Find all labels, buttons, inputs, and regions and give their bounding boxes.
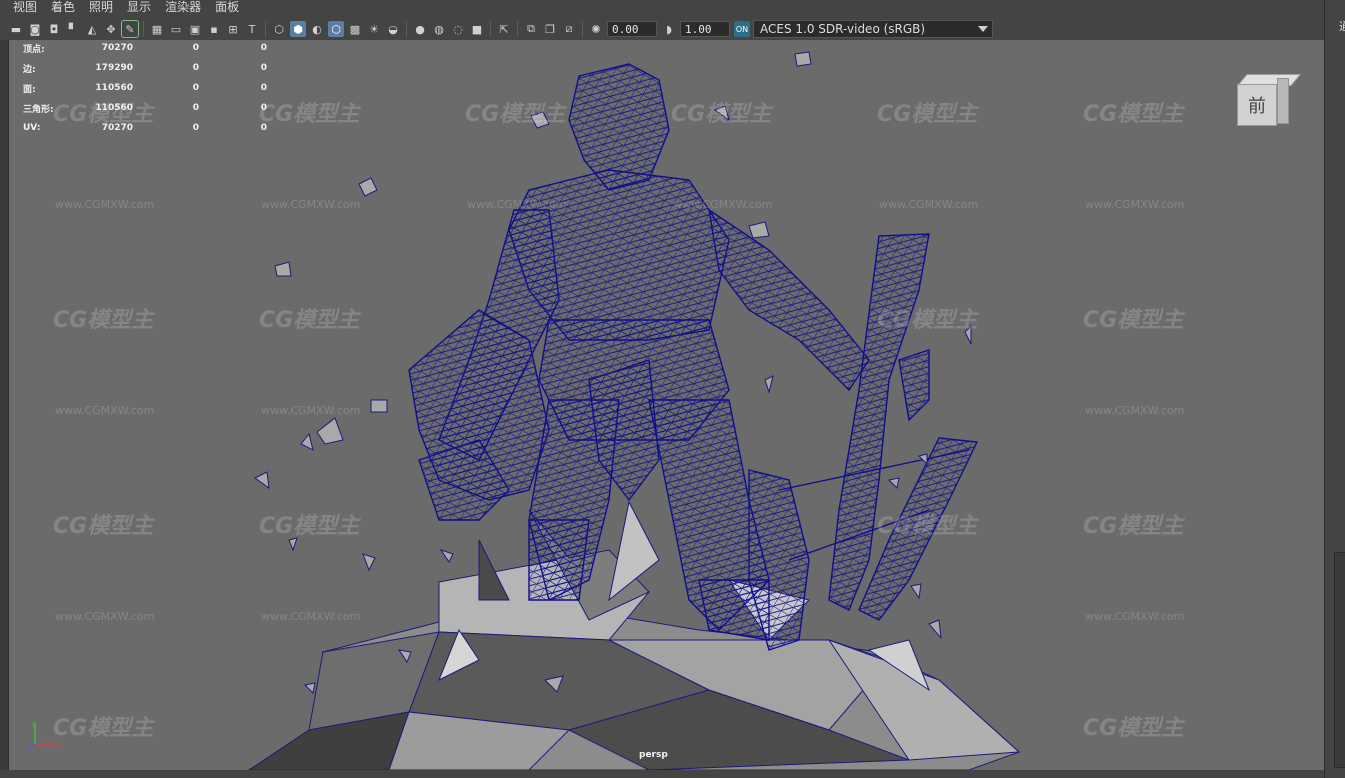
watermark-url: www.CGMXW.com (55, 610, 155, 623)
watermark-url: www.CGMXW.com (1085, 404, 1185, 417)
hud-row-uvs: UV: 70270 0 0 (23, 123, 267, 133)
watermark-url: www.CGMXW.com (1085, 610, 1185, 623)
toolbar-separator (517, 21, 518, 37)
wireframe-icon[interactable]: ⬡ (271, 21, 287, 37)
menu-renderer[interactable]: 渲染器 (158, 0, 208, 17)
watermark-url: www.CGMXW.com (261, 198, 361, 211)
watermark-logo: CG模型主 (877, 308, 978, 333)
watermark-logo: CG模型主 (53, 716, 154, 741)
camera-name-label: persp (639, 750, 668, 760)
watermark-url: www.CGMXW.com (55, 198, 155, 211)
xray-joints-icon[interactable]: ⧉ (523, 21, 539, 37)
menu-view[interactable]: 视图 (6, 0, 44, 17)
smooth-shade-icon[interactable]: ⬢ (290, 21, 306, 37)
watermark-logo: CG模型主 (1083, 716, 1184, 741)
antialias-icon[interactable]: ◌ (450, 21, 466, 37)
safe-title-icon[interactable]: T (244, 21, 260, 37)
toolbar-separator (143, 21, 144, 37)
xray-active-icon[interactable]: ❐ (542, 21, 558, 37)
color-space-dropdown[interactable]: ACES 1.0 SDR-video (sRGB) (753, 20, 993, 38)
grease-pencil-icon[interactable]: ✎ (121, 20, 139, 38)
view-cube-right-face[interactable] (1277, 78, 1289, 124)
resolution-gate-icon[interactable]: ▣ (187, 21, 203, 37)
xray-icon[interactable]: ▩ (347, 21, 363, 37)
watermark-logo: CG模型主 (1083, 102, 1184, 127)
2d-pan-icon[interactable]: ✥ (103, 21, 119, 37)
gamma-icon[interactable]: ◗ (661, 21, 677, 37)
svg-text:y: y (32, 720, 36, 728)
watermark-url: www.CGMXW.com (1085, 198, 1185, 211)
watermark-logo: CG模型主 (1083, 514, 1184, 539)
watermark-logo: CG模型主 (877, 102, 978, 127)
shadows-icon[interactable]: ◒ (385, 21, 401, 37)
menu-show[interactable]: 显示 (120, 0, 158, 17)
watermark-logo: CG模型主 (465, 102, 566, 127)
watermark-logo: CG模型主 (53, 308, 154, 333)
view-cube-front-face[interactable]: 前 (1237, 84, 1277, 126)
toolbar-separator (406, 21, 407, 37)
axis-gizmo-icon: x y (26, 720, 60, 749)
isolate-select-icon[interactable]: ⇱ (496, 21, 512, 37)
default-material-icon[interactable]: ◐ (309, 21, 325, 37)
ambient-occlusion-icon[interactable]: ● (412, 21, 428, 37)
watermark-url: www.CGMXW.com (261, 610, 361, 623)
hud-row-edges: 边: 179290 0 0 (23, 63, 267, 75)
lights-icon[interactable]: ☀ (366, 21, 382, 37)
watermark-logo: CG模型主 (259, 102, 360, 127)
wireframe-on-shaded-icon[interactable]: ⬡ (328, 21, 344, 37)
camera-lock-icon[interactable]: ◘ (46, 21, 62, 37)
image-plane-icon[interactable]: ◭ (84, 21, 100, 37)
gamma-field[interactable] (680, 21, 730, 37)
watermark-logo: CG模型主 (259, 308, 360, 333)
backface-icon[interactable]: ⧄ (561, 21, 577, 37)
watermark-url: www.CGMXW.com (261, 404, 361, 417)
chevron-down-icon (978, 26, 988, 32)
hud-row-triangles: 三角形: 110560 0 0 (23, 103, 267, 115)
right-side-panel: 通 (1324, 0, 1345, 778)
watermark-url: www.CGMXW.com (467, 198, 567, 211)
top-panel-bar: 视图 着色 照明 显示 渲染器 面板 ▬ ◙ ◘ ▘ ◭ ✥ ✎ ▦ ▭ ▣ ▪… (0, 0, 1345, 40)
view-cube[interactable]: 前 (1237, 74, 1302, 128)
exposure-icon[interactable]: ✺ (588, 21, 604, 37)
toolbar-separator (265, 21, 266, 37)
right-edge-label: 通 (1339, 20, 1345, 33)
watermark-logo: CG模型主 (259, 514, 360, 539)
3d-viewport[interactable]: CG模型主 CG模型主 CG模型主 CG模型主 CG模型主 CG模型主 www.… (8, 40, 1324, 770)
watermark-url: www.CGMXW.com (879, 198, 979, 211)
color-management-icon[interactable]: ON (734, 21, 750, 37)
film-gate-icon[interactable]: ▭ (168, 21, 184, 37)
toolbar-separator (490, 21, 491, 37)
menu-lighting[interactable]: 照明 (82, 0, 120, 17)
bottom-border (0, 770, 1324, 778)
attribute-panel-edge[interactable] (1334, 552, 1345, 768)
bookmark-icon[interactable]: ▘ (65, 21, 81, 37)
poly-count-hud: 顶点: 70270 0 0 边: 179290 0 0 面: 110560 0 … (23, 40, 267, 138)
menu-shading[interactable]: 着色 (44, 0, 82, 17)
depth-of-field-icon[interactable]: ■ (469, 21, 485, 37)
viewport-toolbar: ▬ ◙ ◘ ▘ ◭ ✥ ✎ ▦ ▭ ▣ ▪ ⊞ T ⬡ ⬢ ◐ ⬡ ▩ ☀ ◒ … (8, 18, 1008, 40)
exposure-field[interactable] (607, 21, 657, 37)
grid-icon[interactable]: ▦ (149, 21, 165, 37)
camera-select-icon[interactable]: ▬ (8, 21, 24, 37)
panel-menu-bar: 视图 着色 照明 显示 渲染器 面板 (6, 0, 246, 17)
color-space-value: ACES 1.0 SDR-video (sRGB) (760, 22, 926, 36)
watermark-url: www.CGMXW.com (55, 404, 155, 417)
hud-row-vertices: 顶点: 70270 0 0 (23, 43, 267, 55)
gate-mask-icon[interactable]: ▪ (206, 21, 222, 37)
svg-text:x: x (56, 741, 60, 749)
hud-row-faces: 面: 110560 0 0 (23, 83, 267, 95)
watermark-url: www.CGMXW.com (673, 198, 773, 211)
camera-icon[interactable]: ◙ (27, 21, 43, 37)
toolbar-separator (582, 21, 583, 37)
character-wireframe (408, 63, 979, 651)
motion-blur-icon[interactable]: ◍ (431, 21, 447, 37)
watermark-logo: CG模型主 (53, 514, 154, 539)
field-chart-icon[interactable]: ⊞ (225, 21, 241, 37)
watermark-logo: CG模型主 (671, 102, 772, 127)
watermark-logo: CG模型主 (877, 514, 978, 539)
menu-panels[interactable]: 面板 (208, 0, 246, 17)
watermark-logo: CG模型主 (1083, 308, 1184, 333)
